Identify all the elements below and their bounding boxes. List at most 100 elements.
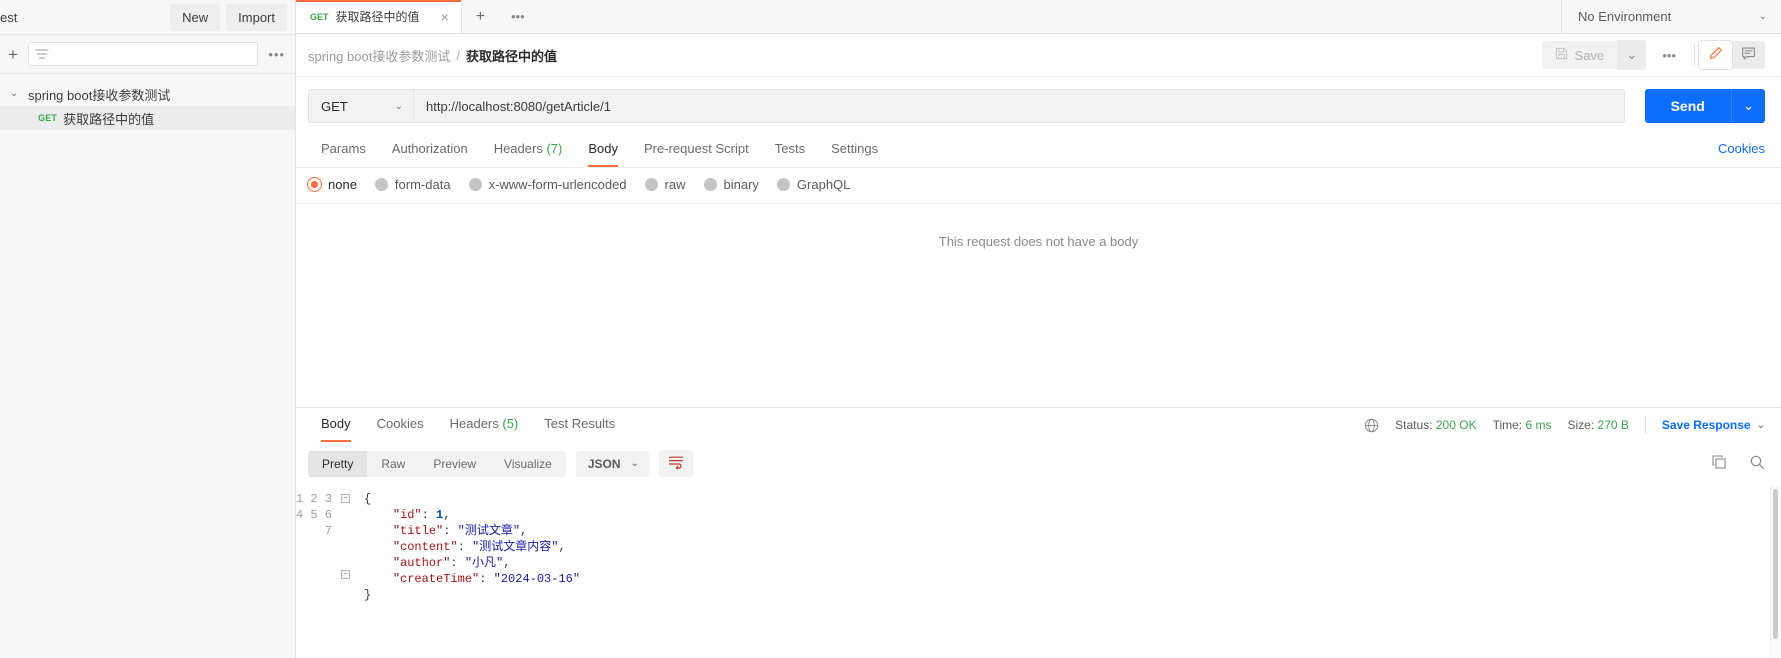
- sidebar-request-item[interactable]: GET 获取路径中的值: [0, 106, 295, 130]
- status-value: 200 OK: [1435, 418, 1477, 432]
- edit-mode-button[interactable]: [1699, 41, 1732, 69]
- wrap-lines-button[interactable]: [658, 450, 693, 477]
- line-numbers: 1 2 3 4 5 6 7: [296, 492, 333, 538]
- body-type-x-www-form-urlencoded[interactable]: x-www-form-urlencoded: [468, 177, 627, 192]
- comment-mode-button[interactable]: [1732, 41, 1765, 69]
- tab-label: Headers: [493, 141, 543, 156]
- fold-toggle-close[interactable]: −: [341, 570, 350, 579]
- collection-item[interactable]: ⌄ spring boot接收参数测试: [0, 82, 295, 106]
- method-value: GET: [321, 98, 348, 114]
- body-type-form-data[interactable]: form-data: [374, 177, 451, 192]
- radio-icon: [776, 178, 790, 191]
- url-input[interactable]: [413, 89, 1625, 123]
- add-icon[interactable]: +: [8, 46, 18, 63]
- sidebar: est New Import + ••• ⌄ spring boot接收参数测试…: [0, 0, 296, 658]
- breadcrumb-request: 获取路径中的值: [465, 48, 557, 64]
- tab-label: Cookies: [376, 416, 424, 431]
- save-response-label: Save Response: [1661, 418, 1751, 432]
- response-json-code: { "id": 1, "title": "测试文章", "content": "…: [364, 492, 581, 602]
- body-type-none[interactable]: none: [308, 177, 357, 192]
- tab-label: Test Results: [544, 416, 616, 431]
- tab-label: Tests: [774, 141, 806, 156]
- response-format-selector[interactable]: JSON ⌄: [575, 450, 649, 477]
- request-tabs: Params Authorization Headers (7) Body Pr…: [296, 133, 1781, 167]
- size-badge: Size: 270 B: [1568, 418, 1629, 432]
- body-type-raw[interactable]: raw: [644, 177, 686, 192]
- save-icon: [1555, 47, 1568, 63]
- sidebar-more-icon[interactable]: •••: [268, 47, 285, 62]
- tab-label: Pre-request Script: [643, 141, 749, 156]
- filter-input[interactable]: [27, 42, 259, 66]
- view-mode-pretty[interactable]: Pretty: [308, 450, 368, 477]
- new-tab-icon[interactable]: +: [462, 0, 499, 33]
- send-options-button[interactable]: ⌄: [1730, 89, 1765, 123]
- body-type-graphql[interactable]: GraphQL: [776, 177, 850, 192]
- tab-label: Settings: [831, 141, 879, 156]
- tab-more-icon[interactable]: •••: [499, 0, 537, 33]
- time-label: Time:: [1492, 418, 1523, 432]
- response-status-group: Status: 200 OK Time: 6 ms Size: 270 B Sa…: [1364, 416, 1765, 434]
- tab-label: Authorization: [391, 141, 468, 156]
- response-tab-headers[interactable]: Headers (5): [437, 408, 532, 442]
- new-button[interactable]: New: [170, 3, 221, 31]
- breadcrumb-actions: Save ⌄ •••: [1541, 40, 1765, 70]
- tab-authorization[interactable]: Authorization: [379, 133, 481, 167]
- tab-tests[interactable]: Tests: [762, 133, 818, 167]
- search-icon[interactable]: [1749, 454, 1765, 473]
- response-tab-body[interactable]: Body: [308, 408, 364, 442]
- method-selector[interactable]: GET ⌄: [308, 89, 413, 123]
- divider: [1694, 44, 1695, 66]
- scrollbar-track[interactable]: [1770, 485, 1781, 658]
- view-mode-raw[interactable]: Raw: [367, 451, 419, 477]
- time-value: 6 ms: [1525, 418, 1552, 432]
- body-type-binary[interactable]: binary: [703, 177, 759, 192]
- copy-icon[interactable]: [1711, 454, 1727, 473]
- time-badge: Time: 6 ms: [1493, 418, 1552, 432]
- import-button[interactable]: Import: [226, 3, 287, 31]
- save-button[interactable]: Save: [1541, 41, 1618, 69]
- tab-label: Body: [321, 416, 351, 431]
- collection-tree: ⌄ spring boot接收参数测试 GET 获取路径中的值: [0, 74, 295, 658]
- send-button[interactable]: Send: [1644, 89, 1731, 123]
- environment-selector[interactable]: No Environment ⌄: [1561, 0, 1781, 33]
- chevron-down-icon: ⌄: [1758, 11, 1767, 22]
- tab-params[interactable]: Params: [308, 133, 379, 167]
- status-badge: Status: 200 OK: [1395, 418, 1476, 432]
- save-response-button[interactable]: Save Response ⌄: [1662, 418, 1765, 432]
- chevron-down-icon: ⌄: [630, 458, 639, 469]
- tab-get-request[interactable]: GET 获取路径中的值 ×: [296, 0, 462, 33]
- breadcrumb-collection[interactable]: spring boot接收参数测试: [308, 46, 450, 65]
- body-type-label: form-data: [394, 177, 451, 192]
- view-mode-visualize[interactable]: Visualize: [490, 451, 566, 477]
- scrollbar-thumb[interactable]: [1773, 489, 1778, 639]
- response-body-viewer[interactable]: 1 2 3 4 5 6 7 − − { "id": 1, "title": "测…: [296, 485, 1781, 658]
- close-icon[interactable]: ×: [427, 10, 449, 24]
- tab-body[interactable]: Body: [575, 133, 631, 167]
- pencil-icon: [1708, 46, 1723, 64]
- response-tab-test-results[interactable]: Test Results: [531, 408, 628, 442]
- tab-headers[interactable]: Headers (7): [481, 133, 576, 167]
- fold-toggle-open[interactable]: −: [341, 494, 350, 503]
- collection-name: spring boot接收参数测试: [28, 87, 171, 103]
- request-more-icon[interactable]: •••: [1646, 48, 1692, 63]
- response-bar: Body Cookies Headers (5) Test Results St…: [296, 407, 1781, 442]
- view-toggle-group: [1699, 41, 1765, 69]
- main-panel: GET 获取路径中的值 × + ••• No Environment ⌄ spr…: [296, 0, 1781, 658]
- comment-icon: [1741, 46, 1756, 64]
- size-value: 270 B: [1597, 418, 1629, 432]
- url-bar: GET ⌄ Send ⌄: [296, 77, 1781, 133]
- response-tab-cookies[interactable]: Cookies: [364, 408, 437, 442]
- save-options-button[interactable]: ⌄: [1617, 40, 1647, 70]
- divider: [1644, 416, 1646, 434]
- tab-method-label: GET: [310, 11, 329, 22]
- cookies-link[interactable]: Cookies: [1718, 133, 1765, 167]
- size-label: Size:: [1567, 418, 1595, 432]
- tab-settings[interactable]: Settings: [818, 133, 891, 167]
- tab-bar: GET 获取路径中的值 × + ••• No Environment ⌄: [296, 0, 1781, 34]
- response-tabs: Body Cookies Headers (5) Test Results: [308, 408, 628, 442]
- globe-icon[interactable]: [1364, 418, 1379, 433]
- code-fold-column[interactable]: − −: [340, 485, 354, 658]
- tab-pre-request-script[interactable]: Pre-request Script: [631, 133, 762, 167]
- view-mode-preview[interactable]: Preview: [419, 451, 490, 477]
- chevron-down-icon: ⌄: [10, 88, 19, 99]
